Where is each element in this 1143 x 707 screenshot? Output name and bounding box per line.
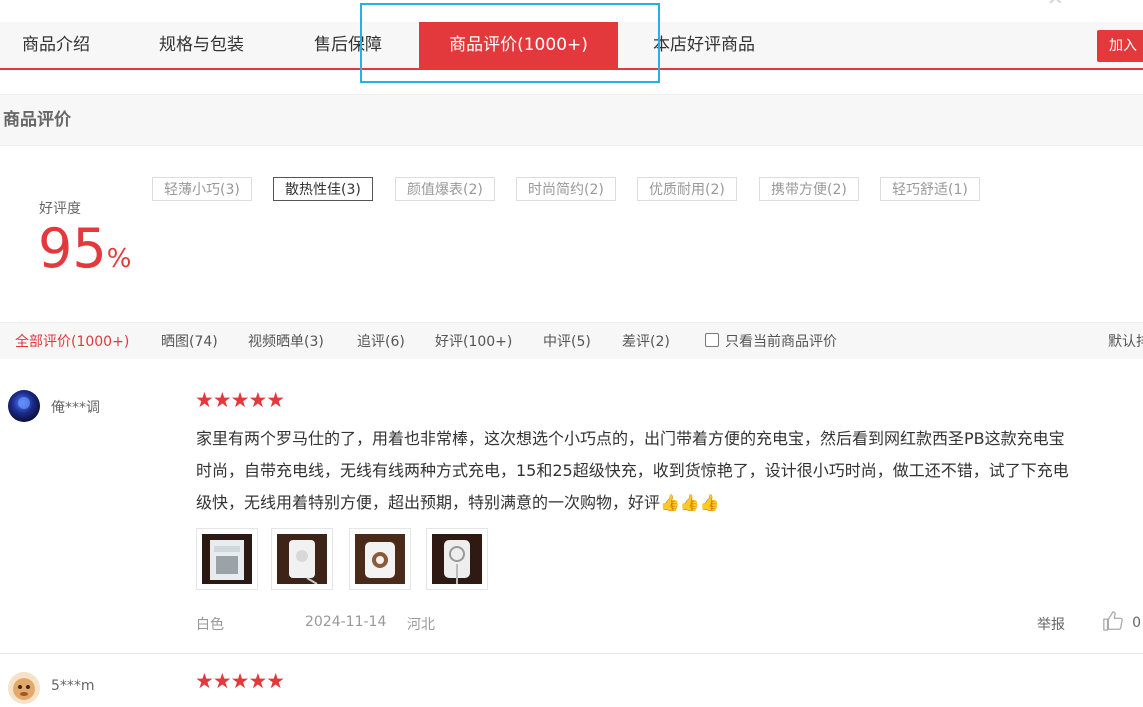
avatar-image-icon (8, 390, 40, 422)
rating-number: 95 (38, 217, 107, 280)
photo-power-bank-icon (277, 534, 327, 585)
review-product-color: 白色 (196, 617, 224, 633)
rating-unit: % (106, 244, 132, 274)
tab-product-intro[interactable]: 商品介绍 (22, 22, 90, 68)
section-title: 商品评价 (3, 110, 71, 130)
filter-with-photos[interactable]: 晒图(74) (161, 323, 218, 361)
add-to-cart-button[interactable]: 加入 (1097, 30, 1143, 62)
review-location: 河北 (407, 617, 435, 633)
section-header: 商品评价 (0, 94, 1143, 146)
tag-item-selected[interactable]: 散热性佳(3) (273, 177, 373, 201)
review-username: 俺***调 (51, 400, 100, 416)
review-divider (0, 653, 1143, 654)
top-strip (0, 0, 1143, 23)
review-line: 级快，无线用着特别方便，超出预期，特别满意的一次购物，好评👍👍👍 (196, 493, 720, 512)
thumbs-up-icon (1103, 611, 1123, 631)
tab-specs-packaging[interactable]: 规格与包装 (159, 22, 244, 68)
photo-power-bank-icon (432, 534, 482, 584)
review-date: 2024-11-14 (305, 614, 387, 630)
star-rating-icon: ★★★★★ (195, 388, 285, 412)
review-photo-thumbnail[interactable] (426, 528, 488, 590)
tab-after-sales[interactable]: 售后保障 (314, 22, 382, 68)
avatar[interactable] (8, 672, 40, 704)
review-line: 家里有两个罗马仕的了，用着也非常棒，这次想选个小巧点的，出门带着方便的充电宝，然… (196, 429, 1065, 448)
filter-video[interactable]: 视频晒单(3) (248, 323, 324, 361)
filter-all[interactable]: 全部评价(1000+) (15, 323, 129, 361)
tag-item[interactable]: 轻薄小巧(3) (152, 177, 252, 201)
review-photo-thumbnail[interactable] (196, 528, 258, 590)
review-photo-thumbnail[interactable] (349, 528, 411, 590)
close-icon[interactable]: ✕ (1047, 0, 1083, 8)
product-tabs-bar: 商品介绍 规格与包装 售后保障 商品评价(1000+) 本店好评商品 加入 (0, 22, 1143, 70)
review-line: 时尚，自带充电线，无线有线两种方式充电，15和25超级快充，收到货惊艳了，设计很… (196, 461, 1069, 480)
tag-item[interactable]: 颜值爆表(2) (395, 177, 495, 201)
filter-neutral[interactable]: 中评(5) (543, 323, 591, 361)
tab-shop-top-rated[interactable]: 本店好评商品 (653, 22, 755, 68)
only-current-product-toggle[interactable]: 只看当前商品评价 (705, 323, 837, 361)
review-username: 5***m (51, 678, 95, 694)
tag-item[interactable]: 时尚简约(2) (516, 177, 616, 201)
star-rating-icon: ★★★★★ (195, 669, 285, 693)
photo-box-icon (202, 534, 252, 584)
avatar-cartoon-icon (8, 672, 40, 704)
review-photo-thumbnail[interactable] (271, 528, 333, 590)
like-button[interactable]: 0 (1102, 610, 1141, 632)
photo-power-bank-icon (355, 534, 405, 584)
rating-value: 95% (38, 214, 131, 294)
filter-follow-up[interactable]: 追评(6) (357, 323, 405, 361)
only-current-label: 只看当前商品评价 (725, 334, 837, 350)
filter-positive[interactable]: 好评(100+) (435, 323, 512, 361)
review-content: 家里有两个罗马仕的了，用着也非常棒，这次想选个小巧点的，出门带着方便的充电宝，然… (196, 423, 1143, 519)
review-filter-bar: 全部评价(1000+) 晒图(74) 视频晒单(3) 追评(6) 好评(100+… (0, 322, 1143, 359)
checkbox-icon[interactable] (705, 333, 719, 347)
tag-item[interactable]: 优质耐用(2) (637, 177, 737, 201)
tab-product-reviews[interactable]: 商品评价(1000+) (419, 22, 618, 68)
tag-item[interactable]: 轻巧舒适(1) (880, 177, 980, 201)
like-count: 0 (1132, 615, 1142, 631)
avatar[interactable] (8, 390, 40, 422)
report-link[interactable]: 举报 (1037, 614, 1065, 634)
tag-item[interactable]: 携带方便(2) (759, 177, 859, 201)
sort-dropdown[interactable]: 默认排 (1108, 323, 1143, 361)
filter-negative[interactable]: 差评(2) (622, 323, 670, 361)
